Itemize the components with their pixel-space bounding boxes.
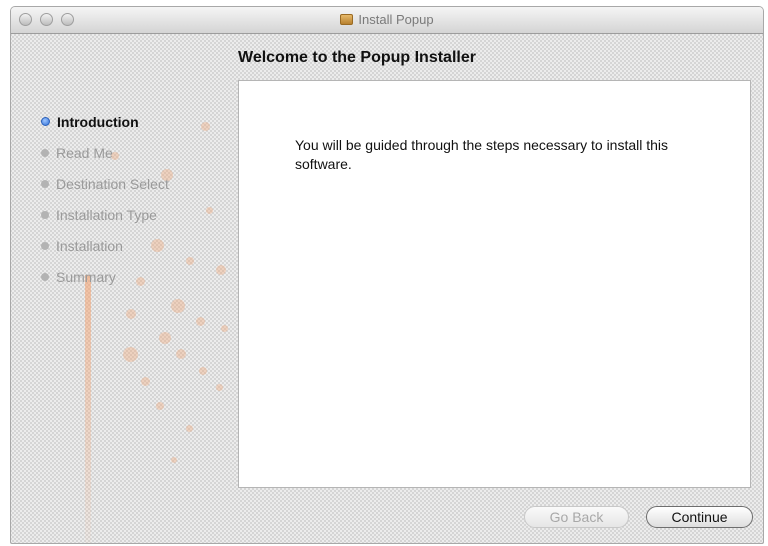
step-summary: Summary [41,261,169,292]
step-installation: Installation [41,230,169,261]
step-introduction: Introduction [41,106,169,137]
window-title-group: Install Popup [11,12,763,27]
step-label: Read Me [56,144,113,161]
window-title: Install Popup [358,12,434,27]
continue-button[interactable]: Continue [646,506,753,528]
installer-window: Install Popup Welcome to the Popup Insta… [10,6,764,544]
installer-steps-list: Introduction Read Me Destination Select … [41,106,169,292]
step-destination-select: Destination Select [41,168,169,199]
step-read-me: Read Me [41,137,169,168]
step-label: Installation [56,237,123,254]
current-step-bullet-icon [41,117,50,126]
step-installation-type: Installation Type [41,199,169,230]
go-back-button[interactable]: Go Back [524,506,629,528]
step-bullet-icon [41,148,49,157]
step-label: Introduction [57,113,139,130]
page-title: Welcome to the Popup Installer [238,49,476,66]
content-panel: You will be guided through the steps nec… [238,80,751,488]
step-label: Summary [56,268,116,285]
title-bar[interactable]: Install Popup [11,7,763,34]
step-bullet-icon [41,241,49,250]
step-bullet-icon [41,179,49,188]
intro-text: You will be guided through the steps nec… [295,137,669,172]
step-bullet-icon [41,210,49,219]
step-label: Installation Type [56,206,157,223]
step-label: Destination Select [56,175,169,192]
package-icon [340,14,354,25]
step-bullet-icon [41,272,49,281]
